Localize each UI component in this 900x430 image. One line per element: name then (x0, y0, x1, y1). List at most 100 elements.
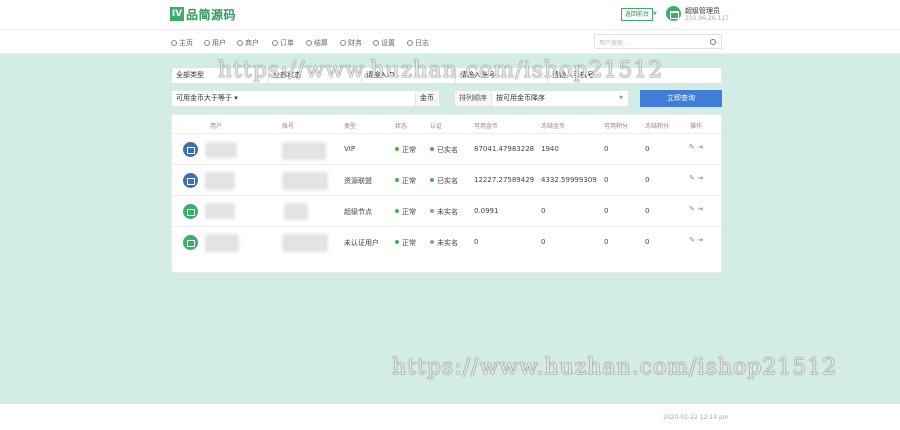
user-avatar[interactable] (183, 142, 198, 157)
sort-label: 排列顺序 (454, 90, 492, 107)
status-cell: 正常 (395, 176, 416, 186)
user-name-redacted (205, 234, 239, 252)
frozen-gold-cell: 1940 (541, 145, 559, 153)
search-placeholder: 用户搜索... (599, 40, 629, 47)
frozen-points-cell: 0 (645, 145, 650, 153)
nav-item-merchants[interactable]: 商户 (237, 38, 259, 48)
auth-cell: 未实名 (430, 238, 458, 248)
auth-dot (430, 240, 434, 244)
gift-icon (306, 40, 312, 46)
user-name-redacted (205, 142, 237, 158)
type-cell: VIP (344, 145, 356, 153)
gold-cell: 0 (474, 238, 479, 246)
globe-icon (272, 40, 278, 46)
col-type: 类型 (344, 123, 357, 130)
col-auth: 认证 (430, 123, 443, 130)
col-frozen-points: 冻结积分 (645, 123, 670, 130)
status-cell: 正常 (395, 238, 416, 248)
status-dot (395, 178, 399, 182)
auth-cell: 未实名 (430, 207, 458, 217)
user-avatar[interactable] (183, 235, 198, 250)
chevron-down-icon[interactable]: ▼ (653, 11, 657, 17)
type-cell: 资源联盟 (344, 177, 372, 185)
table-row: 超级节点 正常 未实名 0.0991 0 0 0 ✎ ⇥ (172, 195, 721, 226)
frozen-points-cell: 0 (645, 207, 650, 215)
sort-order-select[interactable]: 按可用金币降序 ▼ (491, 90, 629, 107)
edit-icon[interactable]: ✎ (689, 236, 695, 244)
more-icon[interactable]: ⇥ (697, 143, 703, 151)
chevron-down-icon: ▼ (619, 95, 623, 101)
query-button[interactable]: 立即查询 (640, 90, 722, 107)
amount-unit-label: 金币 (415, 90, 440, 107)
gold-cell: 0.0991 (474, 207, 499, 215)
more-icon[interactable]: ⇥ (697, 174, 703, 182)
edit-icon[interactable]: ✎ (689, 205, 695, 213)
type-cell: 超级节点 (344, 208, 372, 216)
points-cell: 0 (604, 238, 609, 246)
gold-cell: 12227.27589429 (474, 176, 535, 184)
top-bar: IV 品简源码 返回前台 ▼ 超级管理员 202.96.26.117 (0, 0, 900, 30)
status-dot (395, 240, 399, 244)
col-status: 状态 (395, 123, 408, 130)
home-icon (171, 40, 177, 46)
gold-cell: 87041.47983228 (474, 145, 535, 153)
status-cell: 正常 (395, 207, 416, 217)
user-name-redacted (205, 203, 235, 219)
account-redacted (282, 234, 328, 252)
user-avatar[interactable] (183, 204, 198, 219)
points-cell: 0 (604, 145, 609, 153)
nav-item-orders[interactable]: 订单 (272, 38, 294, 48)
footer: 2020-02-22 12:14 pm (0, 404, 900, 430)
nav-item-logs[interactable]: 日志 (407, 38, 429, 48)
table-row: 未认证用户 正常 未实名 0 0 0 0 ✎ ⇥ (172, 226, 721, 257)
edit-icon[interactable]: ✎ (689, 174, 695, 182)
more-icon[interactable]: ⇥ (697, 205, 703, 213)
user-avatar[interactable] (183, 173, 198, 188)
nav-item-users[interactable]: 用户 (204, 38, 226, 48)
table-row: 资源联盟 正常 已实名 12227.27589429 4332.59999309… (172, 164, 721, 195)
more-icon[interactable]: ⇥ (697, 236, 703, 244)
col-gold: 可用金币 (474, 123, 499, 130)
nav-item-home[interactable]: 主页 (171, 38, 193, 48)
user-avatar[interactable] (666, 6, 681, 21)
row-actions: ✎ ⇥ (689, 236, 703, 244)
list-icon (204, 40, 210, 46)
status-cell: 正常 (395, 145, 416, 155)
nav-item-settings[interactable]: 设置 (373, 38, 395, 48)
auth-dot (430, 209, 434, 213)
watermark-bottom: https://www.huzhan.com/ishop21512 (392, 355, 838, 380)
nav-item-settlement[interactable]: 结算 (306, 38, 328, 48)
auth-dot (430, 178, 434, 182)
user-search-input[interactable]: 用户搜索... (594, 34, 722, 49)
book-icon (407, 40, 413, 46)
col-points: 可用积分 (604, 123, 629, 130)
type-cell: 未认证用户 (344, 239, 379, 247)
edit-icon[interactable]: ✎ (689, 143, 695, 151)
frozen-points-cell: 0 (645, 238, 650, 246)
status-dot (395, 209, 399, 213)
auth-cell: 已实名 (430, 145, 458, 155)
col-user: 用户 (210, 123, 223, 130)
logo[interactable]: IV 品简源码 (170, 6, 236, 22)
account-redacted (282, 142, 326, 160)
phone-icon (340, 40, 346, 46)
search-icon[interactable] (710, 39, 716, 45)
table-row: VIP 正常 已实名 87041.47983228 1940 0 0 ✎ ⇥ (172, 133, 721, 164)
nav-bar: 主页 用户 商户 订单 结算 财务 设置 日志 (0, 30, 900, 54)
account-redacted (282, 172, 328, 190)
watermark-top: https://www.huzhan.com/ishop21512 (218, 58, 664, 83)
status-dot (395, 147, 399, 151)
row-actions: ✎ ⇥ (689, 174, 703, 182)
users-icon (237, 40, 243, 46)
chevron-down-icon: ▾ (234, 94, 238, 102)
footer-timestamp: 2020-02-22 12:14 pm (663, 414, 729, 421)
row-actions: ✎ ⇥ (689, 143, 703, 151)
amount-condition-select[interactable]: 可用金币大于等于 ▾ (171, 90, 416, 107)
account-redacted (284, 203, 308, 220)
points-cell: 0 (604, 207, 609, 215)
points-cell: 0 (604, 176, 609, 184)
nav-item-finance[interactable]: 财务 (340, 38, 362, 48)
back-to-frontend-button[interactable]: 返回前台 (621, 8, 654, 21)
auth-cell: 已实名 (430, 176, 458, 186)
col-actions: 操作 (690, 123, 703, 130)
